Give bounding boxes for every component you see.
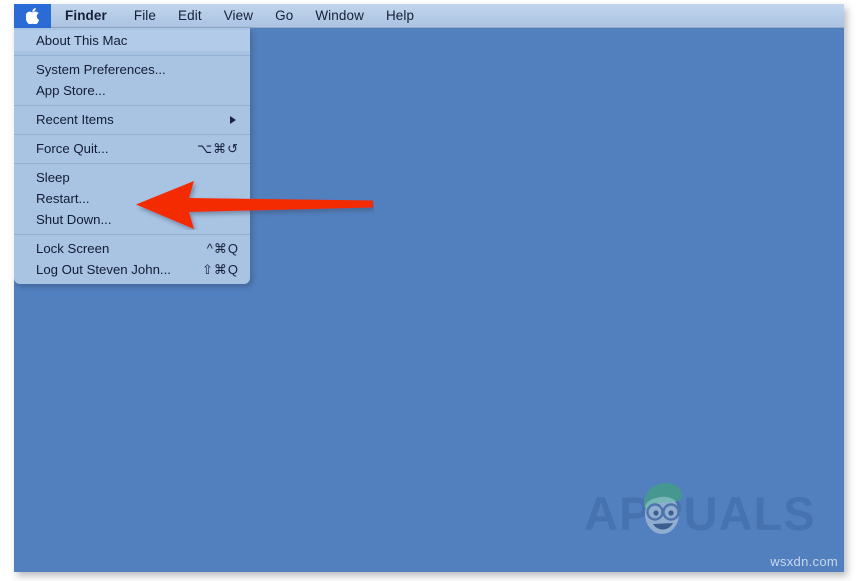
menu-item-restart[interactable]: Restart...	[14, 188, 250, 209]
menu-item-system-preferences[interactable]: System Preferences...	[14, 59, 250, 80]
menu-item-recent-items[interactable]: Recent Items	[14, 109, 250, 130]
menu-item-shut-down[interactable]: Shut Down...	[14, 209, 250, 230]
menu-separator	[14, 101, 250, 109]
menu-item-label: About This Mac	[36, 33, 128, 48]
menu-item-label: Restart...	[36, 191, 90, 206]
apple-dropdown-menu: About This Mac System Preferences... App…	[14, 28, 250, 284]
menu-item-force-quit[interactable]: Force Quit... ⌥⌘↺	[14, 138, 250, 159]
menu-item-log-out[interactable]: Log Out Steven John... ⇧⌘Q	[14, 259, 250, 280]
menu-separator	[14, 130, 250, 138]
watermark-text: APPUALS	[584, 487, 816, 540]
menu-item-sleep[interactable]: Sleep	[14, 167, 250, 188]
menu-separator	[14, 51, 250, 59]
menubar-item-window[interactable]: Window	[304, 4, 375, 28]
menubar-item-file[interactable]: File	[123, 4, 167, 28]
menu-item-shortcut: ⇧⌘Q	[201, 261, 239, 277]
menubar-item-edit[interactable]: Edit	[167, 4, 213, 28]
menu-item-about-this-mac[interactable]: About This Mac	[14, 30, 250, 51]
menu-item-label: Shut Down...	[36, 212, 112, 227]
menu-item-shortcut: ⌥⌘↺	[197, 140, 239, 156]
menubar-item-help[interactable]: Help	[375, 4, 425, 28]
appuals-watermark: APPUALS	[584, 480, 829, 542]
menubar-item-finder[interactable]: Finder	[51, 4, 123, 28]
menu-item-lock-screen[interactable]: Lock Screen ^⌘Q	[14, 238, 250, 259]
source-label: wsxdn.com	[770, 554, 838, 569]
menu-item-label: Recent Items	[36, 112, 114, 127]
menu-item-label: Force Quit...	[36, 141, 109, 156]
menubar-item-view[interactable]: View	[213, 4, 264, 28]
apple-logo-icon	[26, 7, 39, 24]
apple-menu-button[interactable]	[14, 4, 51, 28]
chevron-right-icon	[230, 115, 236, 124]
menu-separator	[14, 230, 250, 238]
menu-item-label: Sleep	[36, 170, 70, 185]
menu-item-label: Log Out Steven John...	[36, 262, 171, 277]
menu-item-label: Lock Screen	[36, 241, 110, 256]
menu-item-shortcut: ^⌘Q	[206, 240, 239, 256]
desktop-screen: Finder File Edit View Go Window Help Abo…	[14, 4, 844, 572]
menu-item-app-store[interactable]: App Store...	[14, 80, 250, 101]
menubar: Finder File Edit View Go Window Help	[14, 4, 844, 28]
menu-item-label: App Store...	[36, 83, 106, 98]
menu-item-label: System Preferences...	[36, 62, 166, 77]
menubar-item-go[interactable]: Go	[264, 4, 304, 28]
menu-separator	[14, 159, 250, 167]
